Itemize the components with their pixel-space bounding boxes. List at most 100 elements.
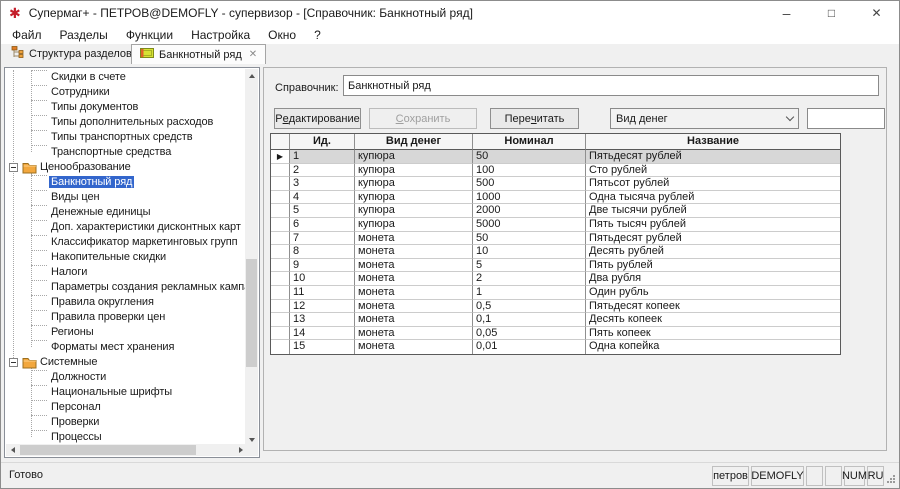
tree-vertical-scrollbar[interactable] [245,69,258,446]
table-row[interactable]: 11монета1Один рубль [271,286,840,300]
tree-item-label[interactable]: Банкнотный ряд [49,176,134,188]
table-row[interactable]: 14монета0,05Пять копеек [271,327,840,341]
resize-grip[interactable] [887,475,896,484]
tree-item-label[interactable]: Правила округления [49,296,156,308]
tree-item-label[interactable]: Скидки в счете [49,71,128,83]
tree-item[interactable]: Правила проверки цен [6,310,246,325]
reference-name-field[interactable]: Банкнотный ряд [343,75,879,96]
tree-item[interactable]: Накопительные скидки [6,250,246,265]
tree-item-label[interactable]: Системные [40,356,97,368]
row-selector-cell[interactable] [271,300,290,314]
tree-item[interactable]: Типы дополнительных расходов [6,115,246,130]
tree-item[interactable]: Виды цен [6,190,246,205]
tree-item[interactable]: Должности [6,370,246,385]
money-kind-dropdown[interactable]: Вид денег [610,108,799,129]
menu-item[interactable]: Разделы [51,25,117,44]
tree-item-label[interactable]: Процессы [49,431,104,443]
tree-item[interactable]: Форматы мест хранения [6,340,246,355]
maximize-button[interactable]: □ [809,1,854,25]
column-header[interactable]: Вид денег [355,134,473,150]
collapse-toggle-icon[interactable] [9,163,18,172]
table-row[interactable]: 13монета0,1Десять копеек [271,313,840,327]
tree-item-label[interactable]: Должности [49,371,108,383]
tree-item[interactable]: Правила округления [6,295,246,310]
tree-item-label[interactable]: Параметры создания рекламных кампаний [49,281,246,293]
tree-item-label[interactable]: Типы транспортных средств [49,131,194,143]
row-selector-cell[interactable] [271,259,290,273]
collapse-toggle-icon[interactable] [9,358,18,367]
scroll-up-button[interactable] [245,69,258,82]
tree-item-label[interactable]: Правила проверки цен [49,311,167,323]
row-selector-cell[interactable] [271,327,290,341]
tree-item[interactable]: Проверки [6,415,246,430]
table-row[interactable]: 5купюра2000Две тысячи рублей [271,204,840,218]
menu-item[interactable]: Функции [117,25,182,44]
table-row[interactable]: 3купюра500Пятьсот рублей [271,177,840,191]
tree-item[interactable]: Скидки в счете [6,70,246,85]
row-selector-cell[interactable] [271,272,290,286]
row-selector-cell[interactable] [271,245,290,259]
tree-item[interactable]: Персонал [6,400,246,415]
tree-item[interactable]: Процессы [6,430,246,445]
row-selector-cell[interactable] [271,177,290,191]
tree-item-label[interactable]: Ценообразование [40,161,131,173]
tree-item-label[interactable]: Форматы мест хранения [49,341,176,353]
save-button[interactable]: Сохранить [369,108,477,129]
menu-item[interactable]: Файл [3,25,51,44]
tree-item-label[interactable]: Виды цен [49,191,101,203]
tree-item[interactable]: Типы транспортных средств [6,130,246,145]
tab-close-icon[interactable]: ✕ [249,49,257,60]
table-row[interactable]: ▶1купюра50Пятьдесят рублей [271,150,840,164]
tree-item-label[interactable]: Национальные шрифты [49,386,174,398]
tab-banknote-row[interactable]: Банкнотный ряд✕ [131,44,266,64]
column-header[interactable]: Ид. [290,134,355,150]
tree-item-label[interactable]: Налоги [49,266,89,278]
tree-item[interactable]: Регионы [6,325,246,340]
table-row[interactable]: 15монета0,01Одна копейка [271,340,840,354]
tree-item[interactable]: Национальные шрифты [6,385,246,400]
menu-item[interactable]: ? [305,25,330,44]
tree-item-label[interactable]: Транспортные средства [49,146,173,158]
tree-item-label[interactable]: Классификатор маркетинговых групп [49,236,239,248]
tree-item-label[interactable]: Накопительные скидки [49,251,168,263]
tree-item[interactable]: Денежные единицы [6,205,246,220]
tree-item[interactable]: Типы документов [6,100,246,115]
tree-item-label[interactable]: Проверки [49,416,101,428]
tree-item[interactable]: Банкнотный ряд [6,175,246,190]
tree-item[interactable]: Транспортные средства [6,145,246,160]
tree-item-label[interactable]: Доп. характеристики дисконтных карт [49,221,243,233]
horizontal-scroll-thumb[interactable] [20,445,196,455]
row-selector-cell[interactable] [271,340,290,354]
tab-sections-structure[interactable]: Структура разделов [3,44,140,63]
filter-value-input[interactable] [807,108,885,129]
row-selector-header[interactable] [271,134,290,150]
edit-button[interactable]: Редактирование [274,108,361,129]
tree-item[interactable]: Сотрудники [6,85,246,100]
row-selector-cell[interactable]: ▶ [271,150,290,164]
table-row[interactable]: 6купюра5000Пять тысяч рублей [271,218,840,232]
tree-item[interactable]: Системные [6,355,246,370]
menu-item[interactable]: Настройка [182,25,259,44]
tree-item[interactable]: Параметры создания рекламных кампаний [6,280,246,295]
table-row[interactable]: 4купюра1000Одна тысяча рублей [271,191,840,205]
tree-item-label[interactable]: Денежные единицы [49,206,152,218]
column-header[interactable]: Номинал [473,134,586,150]
tree-item-label[interactable]: Сотрудники [49,86,112,98]
row-selector-cell[interactable] [271,204,290,218]
tree-item[interactable]: Классификатор маркетинговых групп [6,235,246,250]
table-row[interactable]: 10монета2Два рубля [271,272,840,286]
menu-item[interactable]: Окно [259,25,305,44]
minimize-button[interactable]: – [764,1,809,25]
table-row[interactable]: 7монета50Пятьдесят рублей [271,232,840,246]
row-selector-cell[interactable] [271,164,290,178]
table-row[interactable]: 8монета10Десять рублей [271,245,840,259]
row-selector-cell[interactable] [271,218,290,232]
vertical-scroll-thumb[interactable] [246,259,257,367]
tree-item-label[interactable]: Типы дополнительных расходов [49,116,215,128]
close-button[interactable]: ✕ [854,1,899,25]
scroll-left-button[interactable] [6,444,19,456]
tree-item-label[interactable]: Регионы [49,326,96,338]
tree-horizontal-scrollbar[interactable] [6,444,247,456]
tree-item-label[interactable]: Типы документов [49,101,140,113]
tree-item[interactable]: Налоги [6,265,246,280]
